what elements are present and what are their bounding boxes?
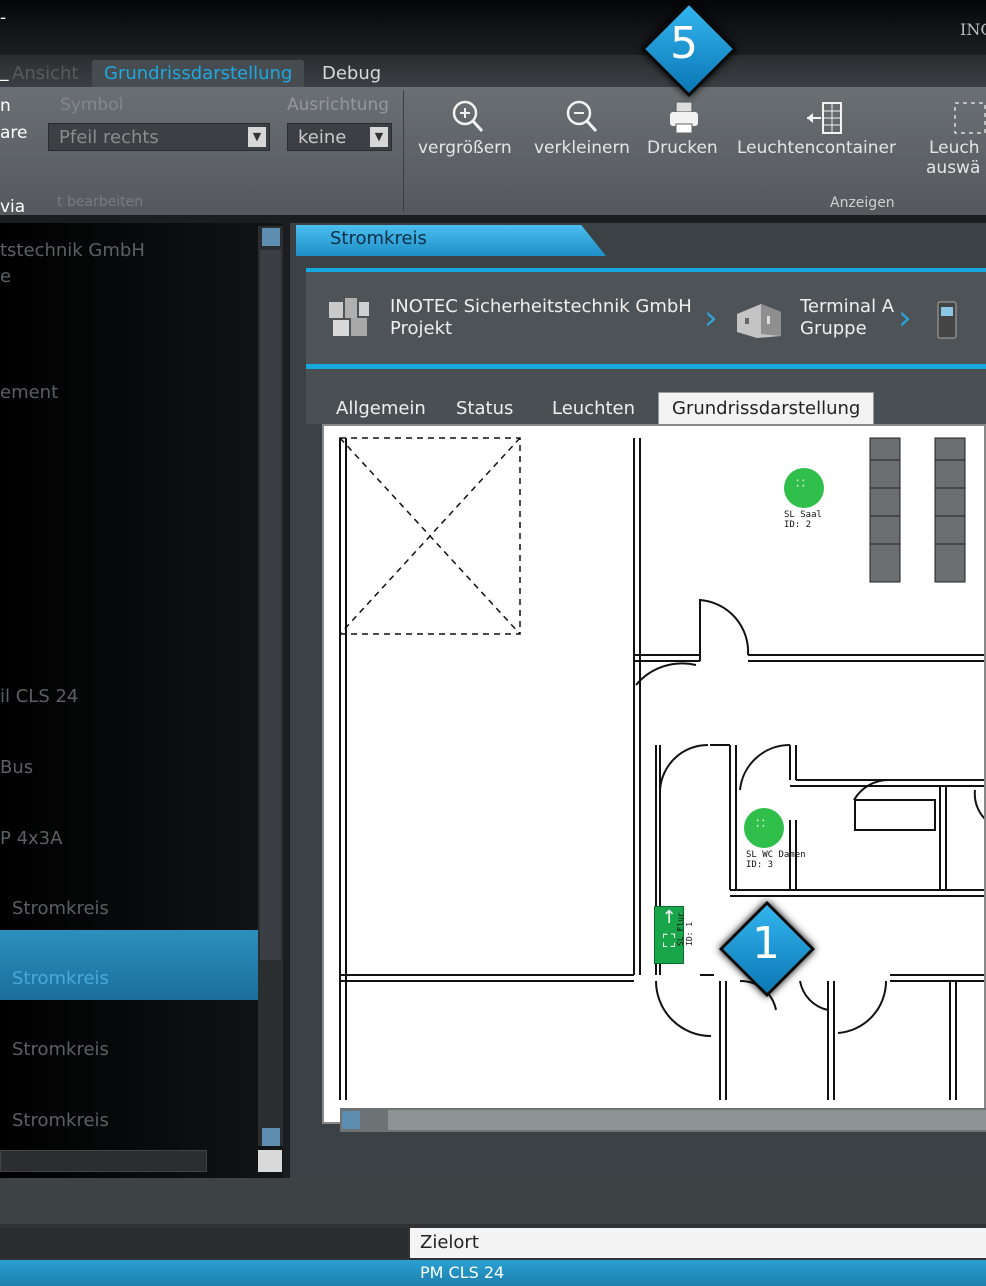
chevron-down-icon[interactable]: ▼ xyxy=(370,127,388,147)
luminaire-name: SL WC Damen xyxy=(746,850,806,860)
breadcrumb-title[interactable]: INOTEC Sicherheitstechnik GmbH xyxy=(390,296,692,317)
breadcrumb-chevron-icon: › xyxy=(898,298,912,338)
left-note-2: _ xyxy=(0,62,9,82)
printer-icon xyxy=(667,100,701,141)
title-bar: INC xyxy=(0,0,986,55)
column-header-zielort[interactable]: Zielort xyxy=(410,1228,986,1258)
left-note-1: - xyxy=(0,8,7,28)
tree-item[interactable]: P 4x3A xyxy=(0,828,62,849)
select-luminaire-label: Leuch xyxy=(929,138,980,158)
callout-number: 1 xyxy=(752,918,780,969)
luminaire-id: ID: 2 xyxy=(784,520,812,530)
scroll-corner xyxy=(258,1150,282,1172)
floor-plan-drawing xyxy=(339,437,984,1100)
tree-item-selected[interactable]: Stromkreis xyxy=(12,968,109,989)
tree-item[interactable]: Stromkreis xyxy=(12,898,109,919)
tree-item[interactable]: Stromkreis xyxy=(12,1039,109,1060)
ausrichtung-select-value: keine xyxy=(298,127,347,148)
exit-sign-id: ID: 1 xyxy=(685,921,694,946)
luminaire-label: SL Saal ID: 2 xyxy=(784,510,822,530)
subtab-grundrissdarstellung[interactable]: Grundrissdarstellung xyxy=(658,392,875,425)
tab-grundrissdarstellung[interactable]: Grundrissdarstellung xyxy=(92,60,305,87)
floor-plan-canvas[interactable]: ∷ SL Saal ID: 2 ∷ SL WC Damen ID: 3 ↑ ⛶ … xyxy=(322,424,986,1124)
tree-selected-row[interactable] xyxy=(0,930,258,1000)
subtab-allgemein[interactable]: Allgemein xyxy=(336,398,426,419)
building-icon xyxy=(733,298,785,344)
table-row-selected[interactable]: PM CLS 24 xyxy=(0,1260,986,1286)
panel-tab-stromkreis[interactable]: Stromkreis xyxy=(296,225,606,256)
tab-debug[interactable]: Debug xyxy=(310,60,393,87)
print-label: Drucken xyxy=(647,138,718,158)
edit-group-label: t bearbeiten xyxy=(57,194,144,210)
breadcrumb-title[interactable]: Terminal A xyxy=(800,296,894,317)
zoom-out-icon xyxy=(564,98,600,141)
left-note-5: via xyxy=(0,197,26,217)
luminaire-id: ID: 3 xyxy=(746,860,774,870)
breadcrumb-chevron-icon: › xyxy=(704,298,718,338)
luminaire-dot-icon: ∷ xyxy=(796,476,807,492)
select-icon xyxy=(952,100,986,141)
device-icon[interactable] xyxy=(936,300,958,344)
panel-spacer xyxy=(290,256,986,268)
tree-hscrollbar[interactable] xyxy=(0,1150,207,1172)
tree-item[interactable]: ement xyxy=(0,382,58,403)
symbol-label: Symbol xyxy=(60,95,124,115)
floor-plan-hscrollbar-thumb[interactable] xyxy=(388,1110,986,1130)
column-header-label: Zielort xyxy=(420,1232,479,1253)
tree-scrollbar-thumb[interactable] xyxy=(260,250,281,960)
zoom-in-label: vergrößern xyxy=(418,138,512,158)
container-icon xyxy=(805,100,845,141)
symbol-select-value: Pfeil rechts xyxy=(59,127,159,148)
tree-item[interactable]: e xyxy=(0,266,11,287)
zoom-in-icon xyxy=(448,98,488,143)
ausrichtung-label: Ausrichtung xyxy=(287,95,390,115)
left-note-3: n xyxy=(0,96,11,116)
luminaire-container-label: Leuchtencontainer xyxy=(737,138,896,158)
luminaire-dot-icon: ∷ xyxy=(756,816,767,832)
tree-item[interactable]: Stromkreis xyxy=(12,1110,109,1131)
project-icon xyxy=(327,298,373,344)
tree-item[interactable]: tstechnik GmbH xyxy=(0,240,145,261)
tab-ansicht[interactable]: Ansicht xyxy=(0,60,90,87)
window-title-fragment: INC xyxy=(960,20,986,39)
luminaire-marker[interactable]: ∷ xyxy=(744,808,784,848)
group-divider xyxy=(403,90,404,212)
scroll-down-icon[interactable] xyxy=(262,1128,280,1146)
exit-sign-label: SL Flur ID: 1 xyxy=(676,912,694,946)
chevron-down-icon[interactable]: ▼ xyxy=(248,127,266,147)
breadcrumb-subtitle: Projekt xyxy=(390,318,453,339)
ausrichtung-select[interactable]: keine ▼ xyxy=(287,123,392,151)
column-header-blank xyxy=(0,1228,408,1258)
ribbon-tab-bar: Ansicht Grundrissdarstellung Debug xyxy=(0,55,986,87)
luminaire-marker[interactable]: ∷ xyxy=(784,468,824,508)
select-luminaire-label-2: auswä xyxy=(926,158,981,178)
panel-tab-label: Stromkreis xyxy=(330,228,427,249)
symbol-select[interactable]: Pfeil rechts ▼ xyxy=(48,123,270,151)
scroll-left-icon[interactable] xyxy=(342,1111,360,1129)
scroll-up-icon[interactable] xyxy=(262,228,280,246)
subtab-leuchten[interactable]: Leuchten xyxy=(552,398,635,419)
breadcrumb-subtitle: Gruppe xyxy=(800,318,867,339)
callout-number: 5 xyxy=(670,18,698,69)
table-cell-zielort: PM CLS 24 xyxy=(420,1263,505,1282)
left-note-4: are xyxy=(0,123,28,143)
exit-sign-name: SL Flur xyxy=(676,912,685,946)
bottom-panel-header xyxy=(0,1178,986,1224)
luminaire-name: SL Saal xyxy=(784,510,822,520)
luminaire-label: SL WC Damen ID: 3 xyxy=(746,850,806,870)
subtab-status[interactable]: Status xyxy=(456,398,513,419)
tree-item[interactable]: Bus xyxy=(0,757,33,778)
tree-item[interactable]: il CLS 24 xyxy=(0,686,78,707)
zoom-out-label: verkleinern xyxy=(534,138,630,158)
anzeigen-group-label: Anzeigen xyxy=(830,195,895,211)
